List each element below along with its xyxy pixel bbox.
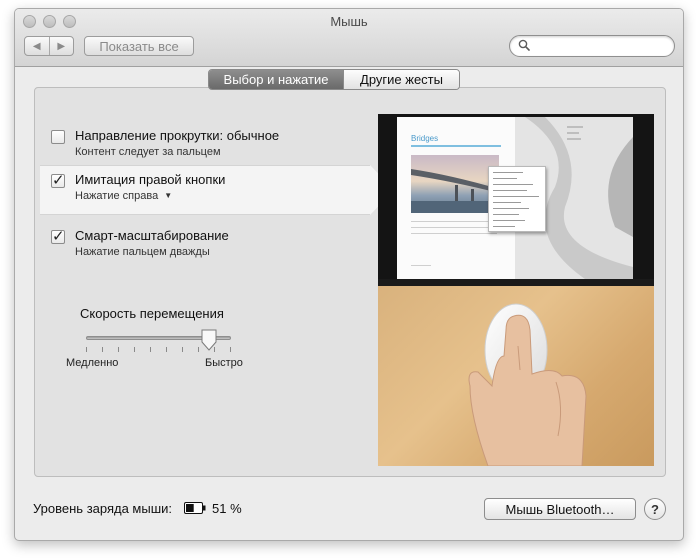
option-title: Имитация правой кнопки — [75, 172, 226, 187]
context-menu-item — [493, 214, 519, 215]
slider-tick — [230, 347, 231, 352]
tracking-speed-title: Скорость перемещения — [80, 306, 224, 321]
forward-arrow-icon[interactable]: ▶ — [48, 37, 74, 55]
context-menu — [488, 166, 546, 232]
slider-tick — [166, 347, 167, 352]
text-line — [411, 233, 497, 234]
context-menu-item — [493, 178, 517, 179]
back-forward-control: ◀ ▶ — [24, 36, 74, 56]
checkmark-icon: ✓ — [52, 172, 65, 189]
option-smart-zoom[interactable]: ✓ Смарт-масштабирование Нажатие пальцем … — [40, 222, 370, 272]
slider-tick — [198, 347, 199, 352]
chevron-down-icon: ▼ — [164, 191, 173, 200]
preview-screen: Bridges — [378, 114, 654, 286]
hand-mouse-icon — [468, 303, 587, 466]
window-title: Мышь — [330, 14, 368, 29]
slider-min-label: Медленно — [66, 357, 119, 369]
search-icon — [518, 39, 530, 51]
option-subtitle: Нажатие пальцем дважды — [75, 246, 210, 258]
context-menu-item — [493, 172, 523, 173]
scroll-direction-checkbox[interactable] — [51, 130, 65, 144]
checkmark-icon: ✓ — [52, 228, 65, 245]
option-subtitle: Контент следует за пальцем — [75, 146, 221, 158]
battery-level-label: Уровень заряда мыши: — [33, 501, 173, 516]
context-menu-item — [493, 196, 539, 197]
option-secondary-click[interactable]: ✓ Имитация правой кнопки Нажатие справа ▼ — [40, 165, 394, 215]
battery-percent: 51 % — [212, 501, 242, 516]
bridge-image-icon — [411, 169, 499, 213]
text-line — [411, 265, 431, 266]
search-input[interactable] — [509, 35, 675, 57]
context-menu-item — [493, 190, 527, 191]
gesture-preview-video: Bridges — [378, 114, 654, 466]
bluetooth-mouse-button[interactable]: Мышь Bluetooth… — [484, 498, 636, 520]
dropdown-value: Нажатие справа — [75, 190, 159, 202]
titlebar: Мышь ◀ ▶ Показать все — [15, 9, 683, 67]
document-title: Bridges — [411, 134, 439, 143]
battery-icon — [184, 502, 206, 514]
slider-tick — [150, 347, 151, 352]
secondary-click-checkbox[interactable]: ✓ — [51, 172, 65, 189]
back-arrow-icon[interactable]: ◀ — [25, 37, 49, 55]
tab-point-and-click[interactable]: Выбор и нажатие — [209, 70, 343, 89]
hand-on-mouse-image — [378, 286, 654, 466]
context-menu-item — [493, 202, 521, 203]
context-menu-item — [493, 208, 529, 209]
secondary-click-dropdown[interactable]: Нажатие справа ▼ — [75, 190, 172, 202]
text-line — [411, 227, 491, 228]
tab-bar: Выбор и нажатие Другие жесты — [208, 69, 460, 90]
smart-zoom-checkbox[interactable]: ✓ — [51, 228, 65, 245]
slider-tick — [182, 347, 183, 352]
bridge-photo — [411, 155, 499, 213]
context-menu-item — [493, 184, 533, 185]
show-all-button[interactable]: Показать все — [84, 36, 194, 56]
document-title-rule — [411, 145, 501, 147]
slider-tick — [102, 347, 103, 352]
preview-statusbar — [378, 279, 654, 286]
context-menu-item — [493, 226, 515, 227]
slider-max-label: Быстро — [205, 357, 243, 369]
slider-ticks — [86, 347, 231, 353]
slider-tick — [86, 347, 87, 352]
text-line — [411, 221, 499, 222]
option-title: Направление прокрутки: обычное — [75, 128, 280, 143]
context-menu-item — [493, 220, 525, 221]
slider-tick — [134, 347, 135, 352]
help-button[interactable]: ? — [644, 498, 666, 520]
slider-tick — [118, 347, 119, 352]
option-title: Смарт-масштабирование — [75, 228, 229, 243]
tab-more-gestures[interactable]: Другие жесты — [343, 70, 459, 89]
slider-tick — [214, 347, 215, 352]
